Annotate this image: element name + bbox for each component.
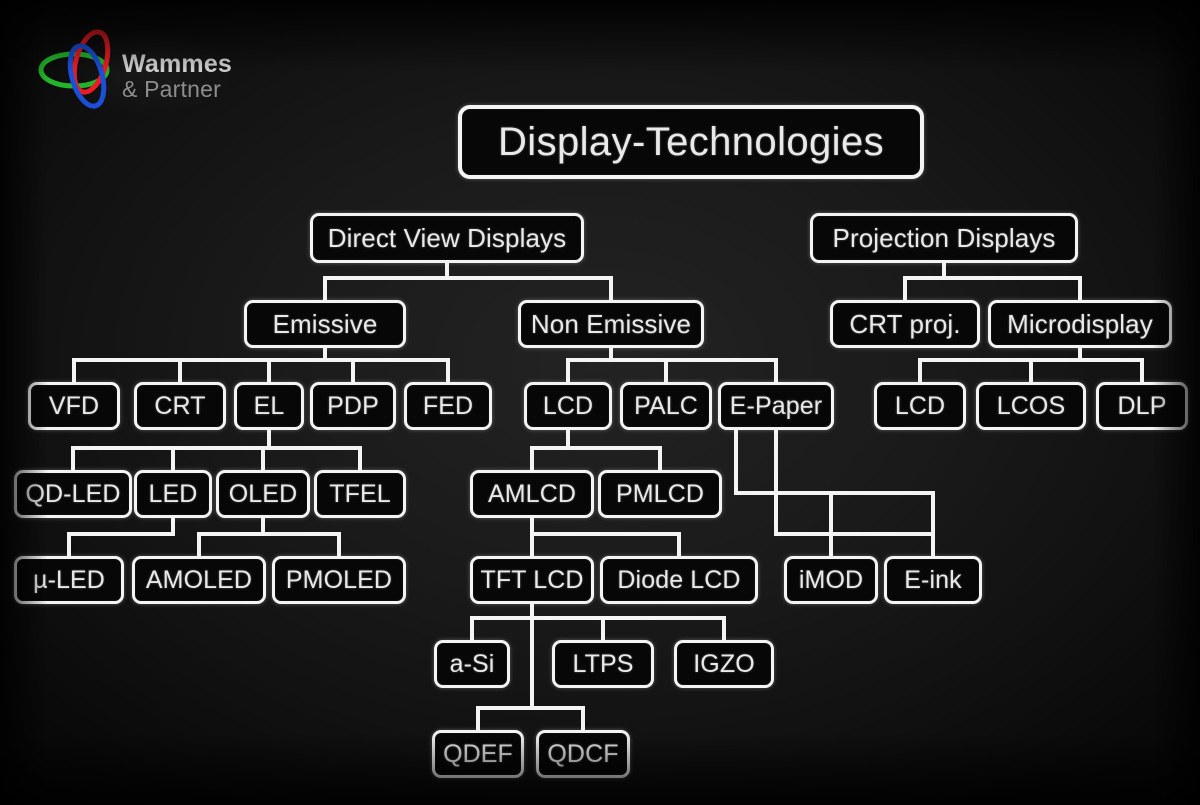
- node-epaper[interactable]: E-Paper: [718, 382, 834, 430]
- node-pmlcd[interactable]: PMLCD: [598, 470, 722, 518]
- node-projection[interactable]: Projection Displays: [810, 213, 1078, 263]
- node-lcos[interactable]: LCOS: [976, 382, 1086, 430]
- node-ltps[interactable]: LTPS: [552, 640, 654, 688]
- node-emissive[interactable]: Emissive: [244, 300, 406, 348]
- node-crt[interactable]: CRT: [134, 382, 226, 430]
- node-el[interactable]: EL: [234, 382, 304, 430]
- node-eink[interactable]: E-ink: [884, 556, 982, 604]
- node-directview[interactable]: Direct View Displays: [310, 213, 584, 263]
- node-crtproj[interactable]: CRT proj.: [830, 300, 980, 348]
- node-dlp[interactable]: DLP: [1096, 382, 1188, 430]
- node-root[interactable]: Display-Technologies: [458, 105, 924, 179]
- node-led[interactable]: LED: [134, 470, 212, 518]
- node-asi[interactable]: a-Si: [434, 640, 510, 688]
- node-pmoled[interactable]: PMOLED: [272, 556, 406, 604]
- node-diodelcd[interactable]: Diode LCD: [600, 556, 758, 604]
- node-oled[interactable]: OLED: [216, 470, 310, 518]
- node-vfd[interactable]: VFD: [28, 382, 120, 430]
- node-palc[interactable]: PALC: [620, 382, 712, 430]
- node-microdisplay[interactable]: Microdisplay: [988, 300, 1172, 348]
- node-pdp[interactable]: PDP: [310, 382, 396, 430]
- node-tfel[interactable]: TFEL: [314, 470, 406, 518]
- node-lcd2[interactable]: LCD: [874, 382, 966, 430]
- node-qdled[interactable]: QD-LED: [14, 470, 132, 518]
- node-qdef[interactable]: QDEF: [432, 730, 524, 778]
- node-igzo[interactable]: IGZO: [674, 640, 774, 688]
- node-imod[interactable]: iMOD: [784, 556, 878, 604]
- node-fed[interactable]: FED: [404, 382, 492, 430]
- diagram-canvas: Wammes & Partner Display-Technologies Dir…: [0, 0, 1200, 805]
- node-amlcd[interactable]: AMLCD: [470, 470, 594, 518]
- node-tftlcd[interactable]: TFT LCD: [470, 556, 594, 604]
- node-lcd1[interactable]: LCD: [524, 382, 612, 430]
- node-nonemissive[interactable]: Non Emissive: [518, 300, 704, 348]
- node-amoled[interactable]: AMOLED: [132, 556, 266, 604]
- node-uled[interactable]: µ-LED: [14, 556, 124, 604]
- node-qdcf[interactable]: QDCF: [536, 730, 630, 778]
